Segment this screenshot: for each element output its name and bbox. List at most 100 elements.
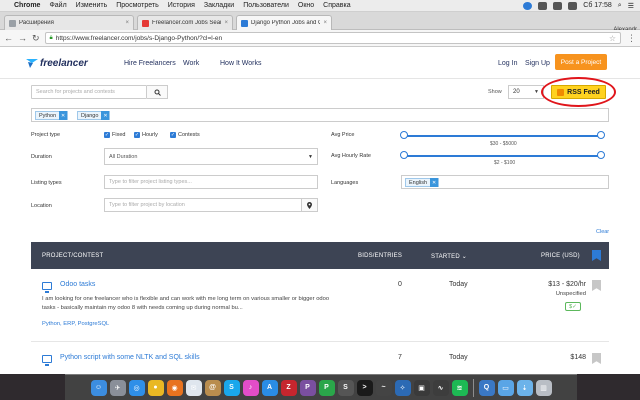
close-icon[interactable]: ×	[224, 20, 228, 26]
spotify-icon[interactable]: ≋	[451, 379, 468, 396]
php-icon[interactable]: P	[299, 379, 316, 396]
col-project-contest[interactable]: Project/Contest	[42, 253, 103, 259]
bookmark-icon[interactable]	[592, 353, 601, 364]
project-started: Today	[449, 354, 468, 361]
volume-icon[interactable]	[553, 1, 563, 10]
search-spotlight-icon[interactable]: ⌕	[618, 2, 622, 10]
itunes-icon[interactable]: ♪	[242, 379, 259, 396]
nav-hire-freelancers[interactable]: Hire Freelancers	[124, 60, 176, 67]
close-icon[interactable]: ×	[323, 20, 327, 26]
bookmark-icon[interactable]	[592, 280, 601, 291]
rss-feed-button[interactable]: RSS Feed	[551, 85, 606, 99]
freelancer-logo[interactable]: freelancer	[26, 58, 88, 69]
filezilla-icon[interactable]: Z	[280, 379, 297, 396]
remove-chip-icon[interactable]: ✕	[430, 178, 439, 187]
app-store-icon[interactable]: A	[261, 379, 278, 396]
safari-icon[interactable]: ◎	[128, 379, 145, 396]
launchpad-icon[interactable]: ✈	[109, 379, 126, 396]
nav-work[interactable]: Work	[183, 60, 199, 67]
checkbox-contests[interactable]: ✓ Contests	[170, 132, 200, 138]
remove-chip-icon[interactable]: ✕	[101, 111, 110, 120]
monitor-icon[interactable]: ▣	[413, 379, 430, 396]
list-menu-icon[interactable]: ☰	[628, 2, 634, 10]
freelancer-favicon-icon	[241, 19, 248, 27]
status-app-icon[interactable]	[523, 1, 533, 10]
col-started[interactable]: Started ⌄	[431, 253, 467, 260]
chevron-down-icon: ▼	[308, 153, 313, 160]
col-price[interactable]: Price (USD)	[541, 253, 580, 259]
menu-people[interactable]: Пользователи	[243, 2, 289, 9]
project-title-link[interactable]: Python script with some NLTK and SQL ski…	[60, 354, 200, 361]
menu-window[interactable]: Окно	[298, 2, 314, 9]
bookmark-icon[interactable]	[592, 250, 601, 261]
pycharm-icon[interactable]: P	[318, 379, 335, 396]
trash-icon[interactable]: ▥	[535, 379, 552, 396]
wifi-icon[interactable]	[538, 1, 548, 10]
menu-help[interactable]: Справка	[323, 2, 350, 9]
tab-django-python-jobs[interactable]: Django Python Jobs and C ×	[236, 15, 332, 30]
terminal-icon[interactable]: >	[356, 379, 373, 396]
tab-freelancer-jobs[interactable]: Freelancer.com Jobs Sear ×	[137, 15, 233, 30]
finder-icon[interactable]: ☺	[90, 379, 107, 396]
reload-icon[interactable]: ↻	[32, 33, 40, 44]
checkbox-hourly[interactable]: ✓ Hourly	[134, 132, 158, 138]
instruments-icon[interactable]: ∿	[432, 379, 449, 396]
clock[interactable]: Сб 17:58	[583, 2, 612, 9]
location-input[interactable]: Type to filter project by location	[104, 198, 302, 212]
col-bids-entries[interactable]: Bids/Entries	[358, 253, 402, 259]
checkbox-fixed[interactable]: ✓ Fixed	[104, 132, 125, 138]
tab-extensions[interactable]: Расширения ×	[4, 15, 134, 30]
avg-hourly-min-handle[interactable]	[400, 151, 408, 159]
avg-price-slider-track[interactable]	[404, 135, 602, 137]
sublime-icon[interactable]: S	[337, 379, 354, 396]
clear-filters-link[interactable]: Clear	[596, 229, 609, 235]
skills-filter-input[interactable]: Python ✕ Django ✕	[31, 108, 609, 122]
nav-how-it-works[interactable]: How It Works	[220, 60, 262, 67]
project-title-link[interactable]: Odoo tasks	[60, 281, 95, 288]
lock-icon: 🔒︎	[49, 34, 53, 41]
remove-chip-icon[interactable]: ✕	[59, 111, 68, 120]
menu-view[interactable]: Просмотреть	[116, 2, 158, 9]
battery-icon[interactable]	[568, 1, 578, 10]
menu-file[interactable]: Файл	[49, 2, 66, 9]
avg-hourly-slider-track[interactable]	[404, 155, 602, 157]
browser-menu-icon[interactable]: ⋮	[627, 33, 636, 44]
xcode-icon[interactable]: ✧	[394, 379, 411, 396]
downloads-icon[interactable]: ⇣	[516, 379, 533, 396]
menu-edit[interactable]: Изменить	[76, 2, 108, 9]
menu-history[interactable]: История	[168, 2, 195, 9]
skype-icon[interactable]: S	[223, 379, 240, 396]
firefox-icon[interactable]: ◉	[166, 379, 183, 396]
location-pin-button[interactable]	[302, 198, 318, 212]
duration-select[interactable]: All Duration ▼	[104, 148, 318, 165]
listing-types-input[interactable]: Type to filter project listing types...	[104, 175, 318, 189]
show-count-select[interactable]: 20 ▼	[508, 85, 544, 99]
folder-icon[interactable]: ▭	[497, 379, 514, 396]
avg-price-min-handle[interactable]	[400, 131, 408, 139]
activity-icon[interactable]: ~	[375, 379, 392, 396]
close-icon[interactable]: ×	[125, 20, 129, 26]
forward-arrow-icon[interactable]: →	[18, 33, 27, 43]
project-skills[interactable]: Python, ERP, PostgreSQL	[42, 321, 109, 327]
languages-input[interactable]: English ✕	[401, 175, 609, 189]
menu-bookmarks[interactable]: Закладки	[204, 2, 234, 9]
avg-hourly-max-handle[interactable]	[597, 151, 605, 159]
project-bids: 7	[398, 354, 402, 361]
bookmark-star-icon[interactable]: ☆	[609, 34, 616, 43]
quicktime-icon[interactable]: Q	[478, 379, 495, 396]
mail-icon[interactable]: ✉	[185, 379, 202, 396]
search-input[interactable]: Search for projects and contests	[31, 85, 147, 99]
chevron-down-icon: ⌄	[461, 254, 467, 260]
menu-app-chrome[interactable]: Chrome	[14, 2, 40, 9]
avg-price-max-handle[interactable]	[597, 131, 605, 139]
project-monitor-icon	[42, 355, 52, 366]
chrome-icon[interactable]: ●	[147, 379, 164, 396]
contacts-icon[interactable]: @	[204, 379, 221, 396]
back-arrow-icon[interactable]: ←	[4, 33, 13, 43]
table-row[interactable]: Odoo tasks I am looking for one freelanc…	[31, 269, 609, 342]
signup-link[interactable]: Sign Up	[525, 60, 550, 67]
post-project-button[interactable]: Post a Project	[555, 54, 607, 70]
url-field[interactable]: 🔒︎ https://www.freelancer.com/jobs/s-Dja…	[44, 32, 621, 44]
login-link[interactable]: Log In	[498, 60, 517, 67]
search-button[interactable]	[147, 85, 168, 99]
